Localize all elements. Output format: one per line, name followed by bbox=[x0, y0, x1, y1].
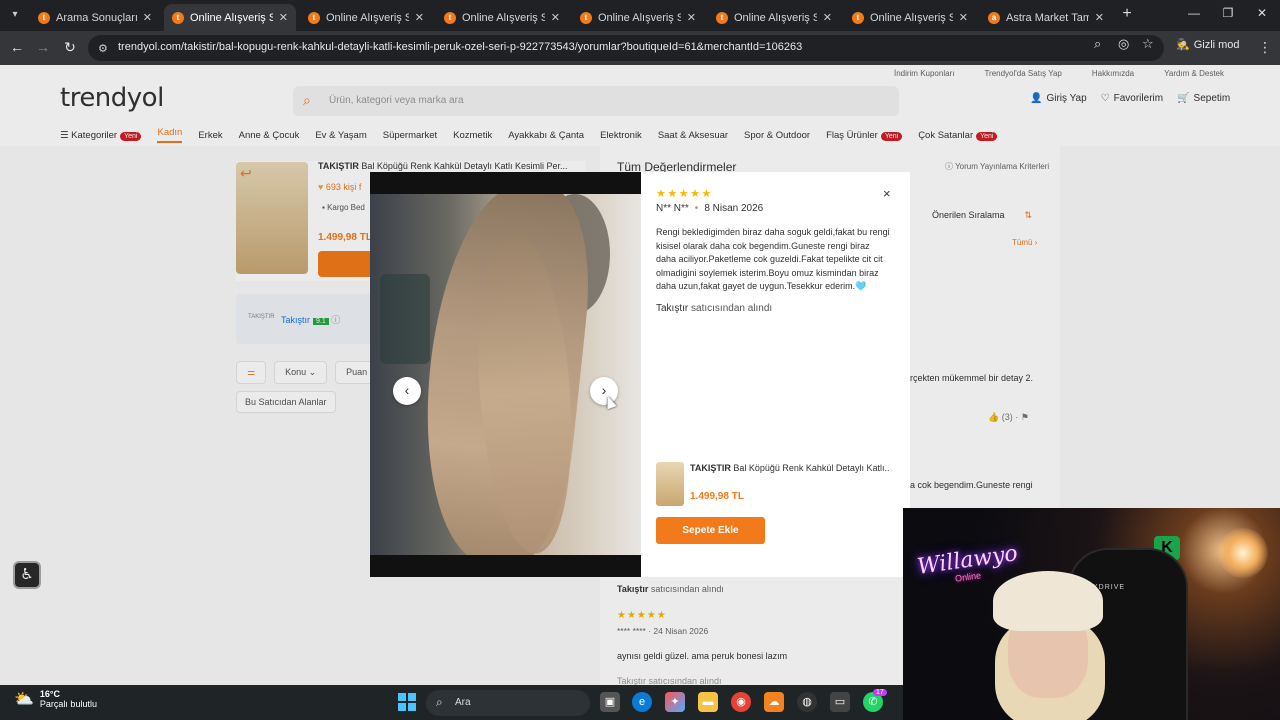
review-photo bbox=[370, 194, 641, 555]
review-meta: N** N** • 8 Nisan 2026 bbox=[656, 203, 763, 214]
seller-brand: Takıştır bbox=[656, 303, 689, 314]
tab-close-icon[interactable]: ✕ bbox=[415, 11, 424, 24]
seller-suffix: satıcısından alındı bbox=[691, 303, 773, 314]
streamer-hat bbox=[993, 571, 1103, 631]
tab-title: Online Alışveriş Sites bbox=[598, 11, 681, 24]
tab-title: Online Alışveriş Sites bbox=[734, 11, 817, 24]
trendyol-favicon-icon: t bbox=[308, 11, 320, 24]
temperature: 16°C bbox=[39, 689, 61, 699]
neon-sign-sub: Online bbox=[954, 570, 982, 584]
tab-title: Astra Market Tamtar bbox=[1006, 11, 1089, 24]
tab-close-icon[interactable]: ✕ bbox=[823, 11, 832, 24]
browser-tab-bar: ▾ t Arama Sonuçları - Tr ✕ t Online Alış… bbox=[0, 0, 1280, 31]
previous-image-button[interactable]: ‹ bbox=[393, 377, 421, 405]
astra-favicon-icon: a bbox=[988, 11, 1000, 24]
notification-badge: 17 bbox=[873, 689, 887, 696]
trendyol-favicon-icon: t bbox=[580, 11, 592, 24]
modal-product-title[interactable]: TAKIŞTIR Bal Köpüğü Renk Kahkül Detaylı … bbox=[690, 463, 890, 473]
url-text: trendyol.com/takistir/bal-kopugu-renk-ka… bbox=[118, 41, 803, 53]
copilot-icon[interactable]: ✦ bbox=[665, 692, 685, 712]
edge-icon[interactable]: e bbox=[632, 692, 652, 712]
tab-close-icon[interactable]: ✕ bbox=[279, 11, 288, 24]
tab-close-icon[interactable]: ✕ bbox=[551, 11, 560, 24]
obs-icon[interactable]: ◍ bbox=[797, 692, 817, 712]
minimize-icon[interactable]: — bbox=[1186, 6, 1202, 20]
tab-close-icon[interactable]: ✕ bbox=[687, 11, 696, 24]
browser-tab[interactable]: a Astra Market Tamtar ✕ bbox=[980, 4, 1112, 31]
incognito-label: Gizli mod bbox=[1193, 38, 1240, 51]
reload-icon[interactable]: ↻ bbox=[61, 39, 79, 56]
tab-title: Online Alışveriş Sites bbox=[870, 11, 953, 24]
review-seller-note: Takıştır satıcısından alındı bbox=[656, 303, 772, 314]
browser-tab[interactable]: t Online Alışveriş Sites ✕ bbox=[572, 4, 704, 31]
trendyol-favicon-icon: t bbox=[38, 11, 50, 24]
terminal-icon[interactable]: ▭ bbox=[830, 692, 850, 712]
browser-menu-icon[interactable]: ⋮ bbox=[1258, 39, 1272, 56]
chrome-icon[interactable]: ◉ bbox=[731, 692, 751, 712]
forward-icon[interactable]: → bbox=[34, 39, 52, 55]
search-icon: ⌕ bbox=[436, 695, 443, 709]
weather-description: Parçalı bulutlu bbox=[39, 699, 97, 709]
review-stars: ★★★★★ bbox=[656, 188, 713, 200]
add-to-cart-button[interactable]: Sepete Ekle bbox=[656, 517, 765, 544]
taskbar-search[interactable]: ⌕ Ara bbox=[426, 690, 590, 716]
partly-cloudy-icon: ⛅ bbox=[14, 691, 34, 708]
cloud-app-icon[interactable]: ☁ bbox=[764, 692, 784, 712]
tab-title: Online Alışveriş Sites bbox=[190, 11, 273, 24]
trendyol-favicon-icon: t bbox=[444, 11, 456, 24]
tab-close-icon[interactable]: ✕ bbox=[1095, 11, 1104, 24]
browser-tab-active[interactable]: t Online Alışveriş Sites ✕ bbox=[164, 4, 296, 31]
tab-title: Online Alışveriş Sites bbox=[326, 11, 409, 24]
restore-icon[interactable]: ❐ bbox=[1220, 6, 1236, 20]
trendyol-favicon-icon: t bbox=[716, 11, 728, 24]
review-author: N** N** bbox=[656, 203, 689, 214]
browser-toolbar: ← → ↻ ⚙ trendyol.com/takistir/bal-kopugu… bbox=[0, 31, 1280, 65]
close-modal-icon[interactable]: × bbox=[883, 186, 891, 201]
lamp-light bbox=[1218, 528, 1268, 578]
modal-product-thumbnail[interactable] bbox=[656, 462, 684, 506]
windows-taskbar: ⛅ 16°C Parçalı bulutlu ⌕ Ara ▣ e ✦ ▬ ◉ ☁… bbox=[0, 685, 903, 720]
tab-title: Online Alışveriş Sites bbox=[462, 11, 545, 24]
taskbar-search-label: Ara bbox=[455, 697, 471, 708]
windows-start-icon[interactable] bbox=[398, 693, 416, 711]
review-body: Rengi bekledigimden biraz daha soguk gel… bbox=[656, 227, 890, 292]
trendyol-favicon-icon: t bbox=[172, 11, 184, 24]
tracking-protection-icon[interactable]: ◎ bbox=[1118, 36, 1129, 52]
tab-close-icon[interactable]: ✕ bbox=[959, 11, 968, 24]
browser-tab[interactable]: t Arama Sonuçları - Tr ✕ bbox=[30, 4, 160, 31]
separator-dot: • bbox=[694, 203, 699, 214]
review-date: 8 Nisan 2026 bbox=[704, 203, 764, 214]
new-tab-icon[interactable]: + bbox=[1118, 5, 1136, 23]
browser-tab[interactable]: t Online Alışveriş Sites ✕ bbox=[436, 4, 568, 31]
file-explorer-icon[interactable]: ▬ bbox=[698, 692, 718, 712]
address-bar[interactable]: ⚙ trendyol.com/takistir/bal-kopugu-renk-… bbox=[88, 35, 1164, 61]
tab-search-dropdown-icon[interactable]: ▾ bbox=[6, 6, 24, 24]
browser-tab[interactable]: t Online Alışveriş Sites ✕ bbox=[708, 4, 840, 31]
product-title-text: Bal Köpüğü Renk Kahkül Detaylı Katlı... bbox=[733, 463, 890, 473]
tab-close-icon[interactable]: ✕ bbox=[143, 11, 152, 24]
weather-widget[interactable]: ⛅ 16°C Parçalı bulutlu bbox=[14, 689, 97, 709]
incognito-icon: 🕵 bbox=[1176, 39, 1190, 51]
browser-tab[interactable]: t Online Alışveriş Sites ✕ bbox=[844, 4, 976, 31]
browser-tab[interactable]: t Online Alışveriş Sites ✕ bbox=[300, 4, 432, 31]
webcam-overlay: Willawyo Online K XDRIVE bbox=[903, 508, 1280, 720]
photo-background-object bbox=[380, 274, 430, 364]
zoom-icon[interactable]: ⌕ bbox=[1094, 36, 1101, 52]
trendyol-favicon-icon: t bbox=[852, 11, 864, 24]
product-brand: TAKIŞTIR bbox=[690, 463, 731, 473]
tab-title: Arama Sonuçları - Tr bbox=[56, 11, 137, 24]
bookmark-star-icon[interactable]: ☆ bbox=[1142, 36, 1154, 52]
back-icon[interactable]: ← bbox=[8, 39, 26, 55]
site-info-icon[interactable]: ⚙ bbox=[98, 42, 108, 55]
modal-product-price: 1.499,98 TL bbox=[690, 491, 744, 502]
incognito-indicator[interactable]: 🕵 Gizli mod bbox=[1176, 38, 1240, 52]
close-window-icon[interactable]: ✕ bbox=[1254, 6, 1270, 20]
task-view-icon[interactable]: ▣ bbox=[600, 692, 620, 712]
